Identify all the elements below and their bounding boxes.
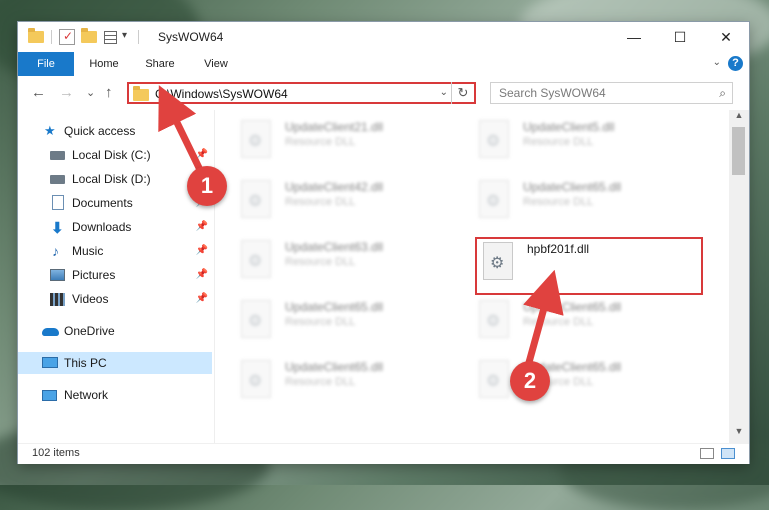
annotation-arrows (158, 85, 564, 370)
step-2-badge: 2 (510, 361, 550, 401)
arrow-to-address-bar (158, 85, 207, 180)
step-1-badge: 1 (187, 166, 227, 206)
arrow-to-target-file (523, 269, 564, 370)
